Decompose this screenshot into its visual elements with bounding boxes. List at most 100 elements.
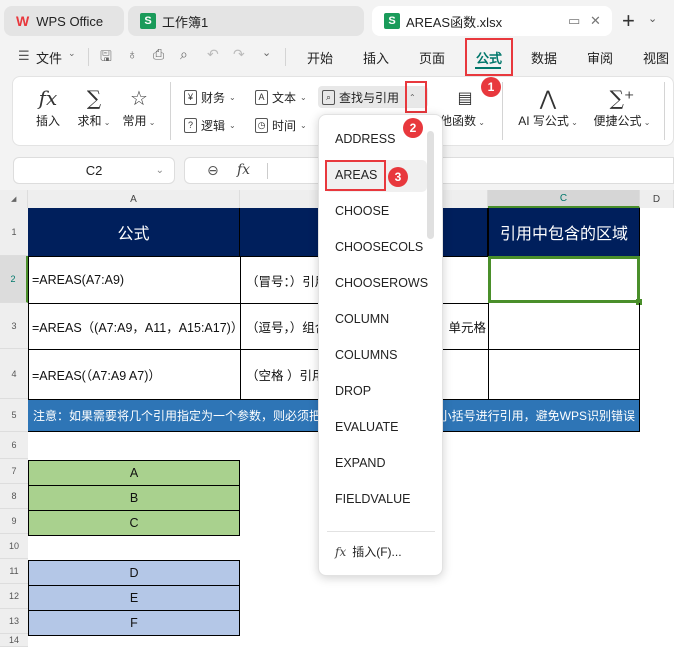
cell-a9[interactable]: C (28, 510, 240, 536)
quick-formula-button[interactable]: ∑⁺ 便捷公式 ⌄ (590, 84, 654, 129)
fx-icon[interactable]: fx (237, 162, 250, 178)
dropdown-item-choosecols[interactable]: CHOOSECOLS (335, 240, 423, 254)
menu-tab-view[interactable]: 视图 (643, 48, 669, 67)
monitor-icon[interactable]: ▭ (568, 13, 580, 29)
row-header[interactable]: 7 (0, 459, 28, 484)
cell-a2[interactable]: =AREAS(A7:A9) (28, 256, 241, 304)
ai-formula-button[interactable]: ⋀ AI 写公式 ⌄ (516, 84, 580, 129)
button-label: 常用 ⌄ (122, 114, 156, 128)
dropdown-item-column[interactable]: COLUMN (335, 312, 389, 326)
file-chevron-icon[interactable]: ⌄ (68, 48, 76, 59)
note-text-left: 注意：如果需要将几个引用指定为一个参数，则必须把 (33, 409, 322, 423)
dropdown-scrollbar[interactable] (427, 131, 434, 239)
divider (664, 82, 665, 140)
tab-label: AREAS函数.xlsx (406, 14, 503, 30)
cell-a1[interactable]: 公式 (28, 208, 240, 256)
tab-workbook1[interactable]: S 工作簿1 (128, 6, 364, 36)
dropdown-item-columns[interactable]: COLUMNS (335, 348, 398, 362)
new-tab-button[interactable]: + (622, 8, 635, 34)
divider (502, 82, 503, 140)
print-icon[interactable]: ⎙ (153, 46, 164, 63)
cell-c1[interactable]: 引用中包含的区域 (488, 208, 640, 256)
zoom-formula-icon[interactable]: ⊖ (207, 162, 219, 179)
cell-a8[interactable]: B (28, 485, 240, 511)
row-header[interactable]: 11 (0, 559, 28, 584)
time-button[interactable]: ◷ 时间 ⌄ (251, 114, 311, 136)
annotation-badge-1: 1 (481, 77, 501, 97)
print-preview-icon[interactable]: ⌕ (180, 46, 188, 63)
tab-label: 工作簿1 (162, 14, 209, 30)
insert-function-button[interactable]: fx 插入 (30, 84, 66, 129)
tab-wps-office[interactable]: W WPS Office (4, 6, 124, 36)
cell-a13[interactable]: F (28, 610, 240, 636)
cell-a4[interactable]: =AREAS(（A7:A9 A7)） (28, 349, 241, 400)
dropdown-item-fieldvalue[interactable]: FIELDVALUE (335, 492, 411, 506)
menu-tab-page[interactable]: 页面 (419, 48, 445, 67)
column-header-c[interactable]: C (488, 190, 640, 208)
dropdown-item-choose[interactable]: CHOOSE (335, 204, 389, 218)
menu-tab-data[interactable]: 数据 (531, 48, 557, 67)
divider (327, 531, 435, 532)
finance-button[interactable]: ¥ 财务 ⌄ (180, 86, 240, 108)
annotation-badge-2: 2 (403, 118, 423, 138)
dropdown-item-address[interactable]: ADDRESS (335, 132, 395, 146)
row-header[interactable]: 14 (0, 634, 28, 647)
dropdown-item-expand[interactable]: EXPAND (335, 456, 385, 470)
tab-areas-file[interactable]: S AREAS函数.xlsx ▭ ✕ (372, 6, 612, 36)
row-header[interactable]: 2 (0, 256, 28, 303)
column-header-a[interactable]: A (28, 190, 240, 208)
tab-list-chevron-icon[interactable]: ⌄ (648, 12, 657, 25)
cell-c4[interactable] (488, 349, 640, 400)
cell-c2-selected[interactable] (488, 256, 640, 303)
ai-icon: ⋀ (539, 86, 557, 110)
column-header-d[interactable]: D (640, 190, 674, 208)
redo-icon[interactable]: ↷ (233, 46, 245, 63)
common-functions-button[interactable]: ☆ 常用 ⌄ (118, 84, 160, 129)
annotation-box-3 (325, 160, 386, 191)
row-header[interactable]: 13 (0, 609, 28, 634)
finance-icon: ¥ (184, 89, 197, 105)
save-icon[interactable]: 🖫 (100, 46, 112, 70)
logic-button[interactable]: ? 逻辑 ⌄ (180, 114, 240, 136)
text-button[interactable]: A 文本 ⌄ (251, 86, 311, 108)
row-header[interactable]: 8 (0, 484, 28, 509)
cell-a3[interactable]: =AREAS（(A7:A9，A11，A15:A17)） (28, 303, 241, 350)
other-fn-label: 他函数 (440, 114, 477, 128)
menu-tab-insert[interactable]: 插入 (363, 48, 389, 67)
annotation-badge-3: 3 (388, 167, 408, 187)
file-menu[interactable]: 文件 (36, 48, 62, 67)
menu-tab-review[interactable]: 审阅 (587, 48, 613, 67)
name-box[interactable]: C2 ⌄ (13, 157, 175, 184)
cell-a12[interactable]: E (28, 585, 240, 611)
autosum-button[interactable]: ∑ 求和 ⌄ (74, 84, 114, 129)
time-label: 时间 (272, 118, 297, 133)
dropdown-item-evaluate[interactable]: EVALUATE (335, 420, 398, 434)
select-all-corner[interactable]: ◢ (0, 190, 28, 208)
share-icon[interactable]: ♁ (127, 46, 138, 62)
cell-a11[interactable]: D (28, 560, 240, 586)
undo-icon[interactable]: ↶ (207, 46, 219, 63)
row-header[interactable]: 3 (0, 303, 28, 349)
cell-a7[interactable]: A (28, 460, 240, 486)
button-label: 便捷公式 ⌄ (593, 114, 651, 128)
row-header[interactable]: 5 (0, 399, 28, 432)
menu-tab-home[interactable]: 开始 (307, 48, 333, 67)
finance-label: 财务 (201, 90, 226, 105)
common-label: 常用 (122, 114, 147, 128)
row-header[interactable]: 12 (0, 584, 28, 609)
text-label: 文本 (272, 90, 297, 105)
row-header[interactable]: 6 (0, 432, 28, 459)
more-chevron-icon[interactable]: ⌄ (262, 46, 271, 59)
note-text-right: 小括号进行引用，避免WPS识别错误 (439, 409, 635, 423)
close-icon[interactable]: ✕ (590, 13, 601, 29)
dropdown-item-drop[interactable]: DROP (335, 384, 371, 398)
row-header[interactable]: 10 (0, 534, 28, 559)
name-box-chevron-icon[interactable]: ⌄ (156, 165, 164, 176)
hamburger-icon[interactable]: ☰ (18, 48, 30, 64)
row-header[interactable]: 1 (0, 208, 28, 256)
insert-function-menu-item[interactable]: fx 插入(F)... (335, 543, 402, 560)
cell-c3[interactable] (488, 303, 640, 350)
dropdown-item-chooserows[interactable]: CHOOSEROWS (335, 276, 428, 290)
row-header[interactable]: 4 (0, 349, 28, 399)
row-header[interactable]: 9 (0, 509, 28, 534)
